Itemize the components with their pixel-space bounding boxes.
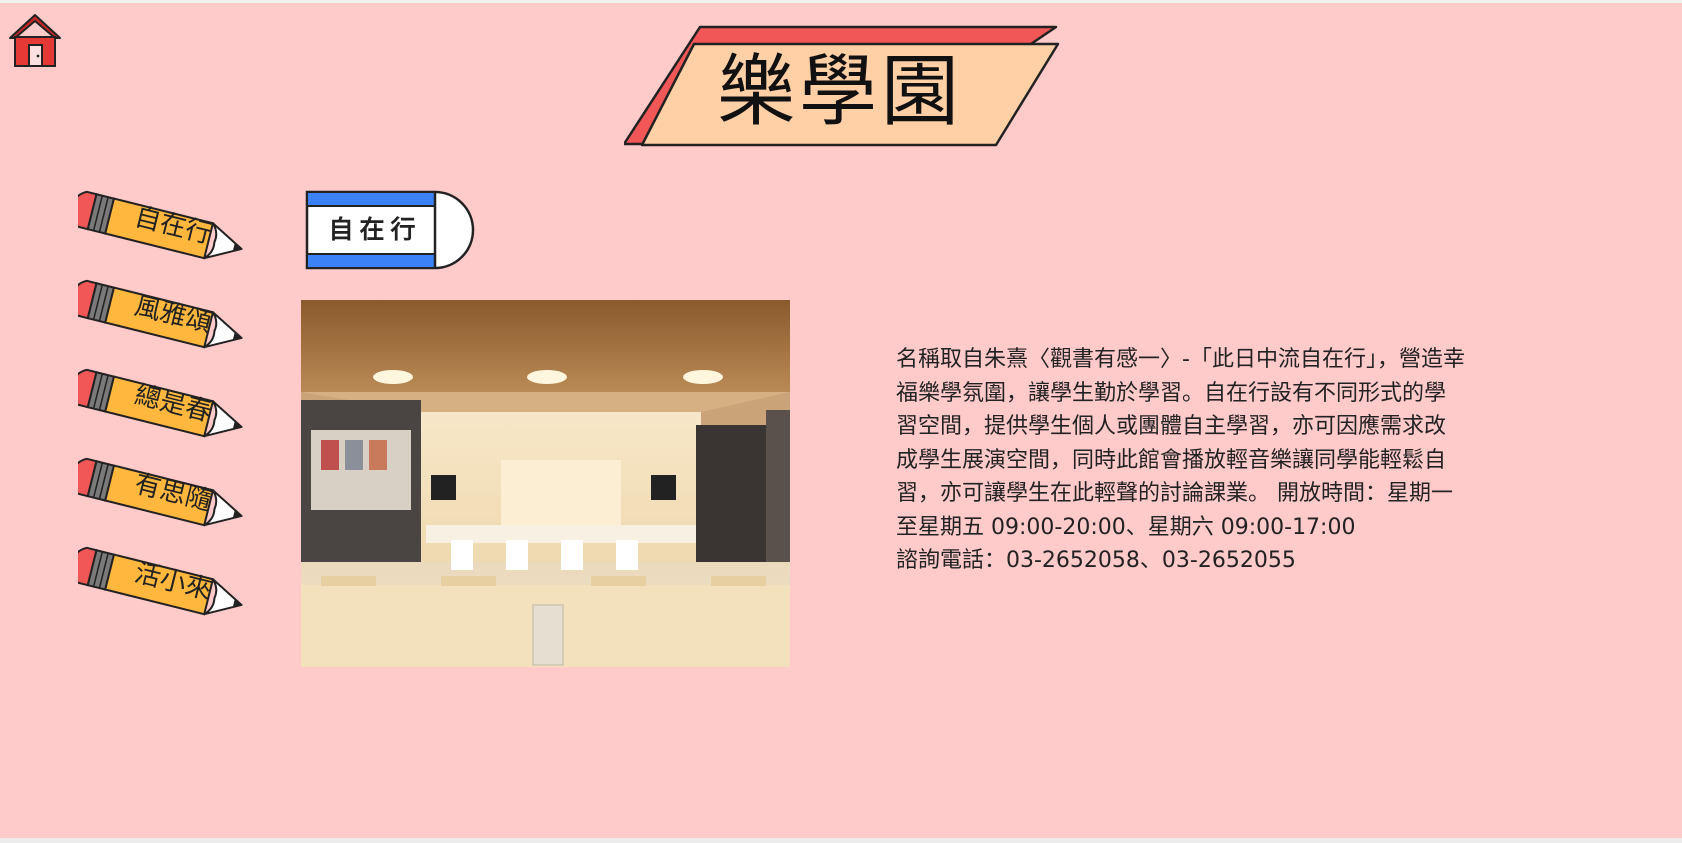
house-icon — [9, 14, 61, 67]
sidebar-item-zizaixing[interactable]: 自在行 — [78, 180, 258, 272]
study-space-photo — [301, 300, 790, 667]
description-text: 名稱取自朱熹〈觀書有感一〉-「此日中流自在行」，營造幸福樂學氛圍，讓學生勤於學習… — [896, 347, 1465, 540]
sidebar-item-fengyasong[interactable]: 風雅頌 — [78, 269, 258, 361]
sidebar-item-zongshichun[interactable]: 總是春 — [78, 358, 258, 450]
sidebar-item-huoxiaolai[interactable]: 活小來 — [78, 536, 258, 628]
contact-phone: 諮詢電話：03-2652058、03-2652055 — [896, 548, 1296, 573]
section-label-badge: 自在行 — [305, 190, 475, 270]
home-button[interactable] — [8, 12, 62, 68]
section-title: 自在行 — [328, 215, 422, 244]
top-edge-strip — [0, 0, 1682, 3]
description-panel: 名稱取自朱熹〈觀書有感一〉-「此日中流自在行」，營造幸福樂學氛圍，讓學生勤於學習… — [896, 343, 1466, 578]
sidebar-item-yousisui[interactable]: 有思隨 — [78, 447, 258, 539]
bottom-edge-strip — [0, 838, 1682, 843]
page-title: 樂學園 — [716, 47, 963, 137]
